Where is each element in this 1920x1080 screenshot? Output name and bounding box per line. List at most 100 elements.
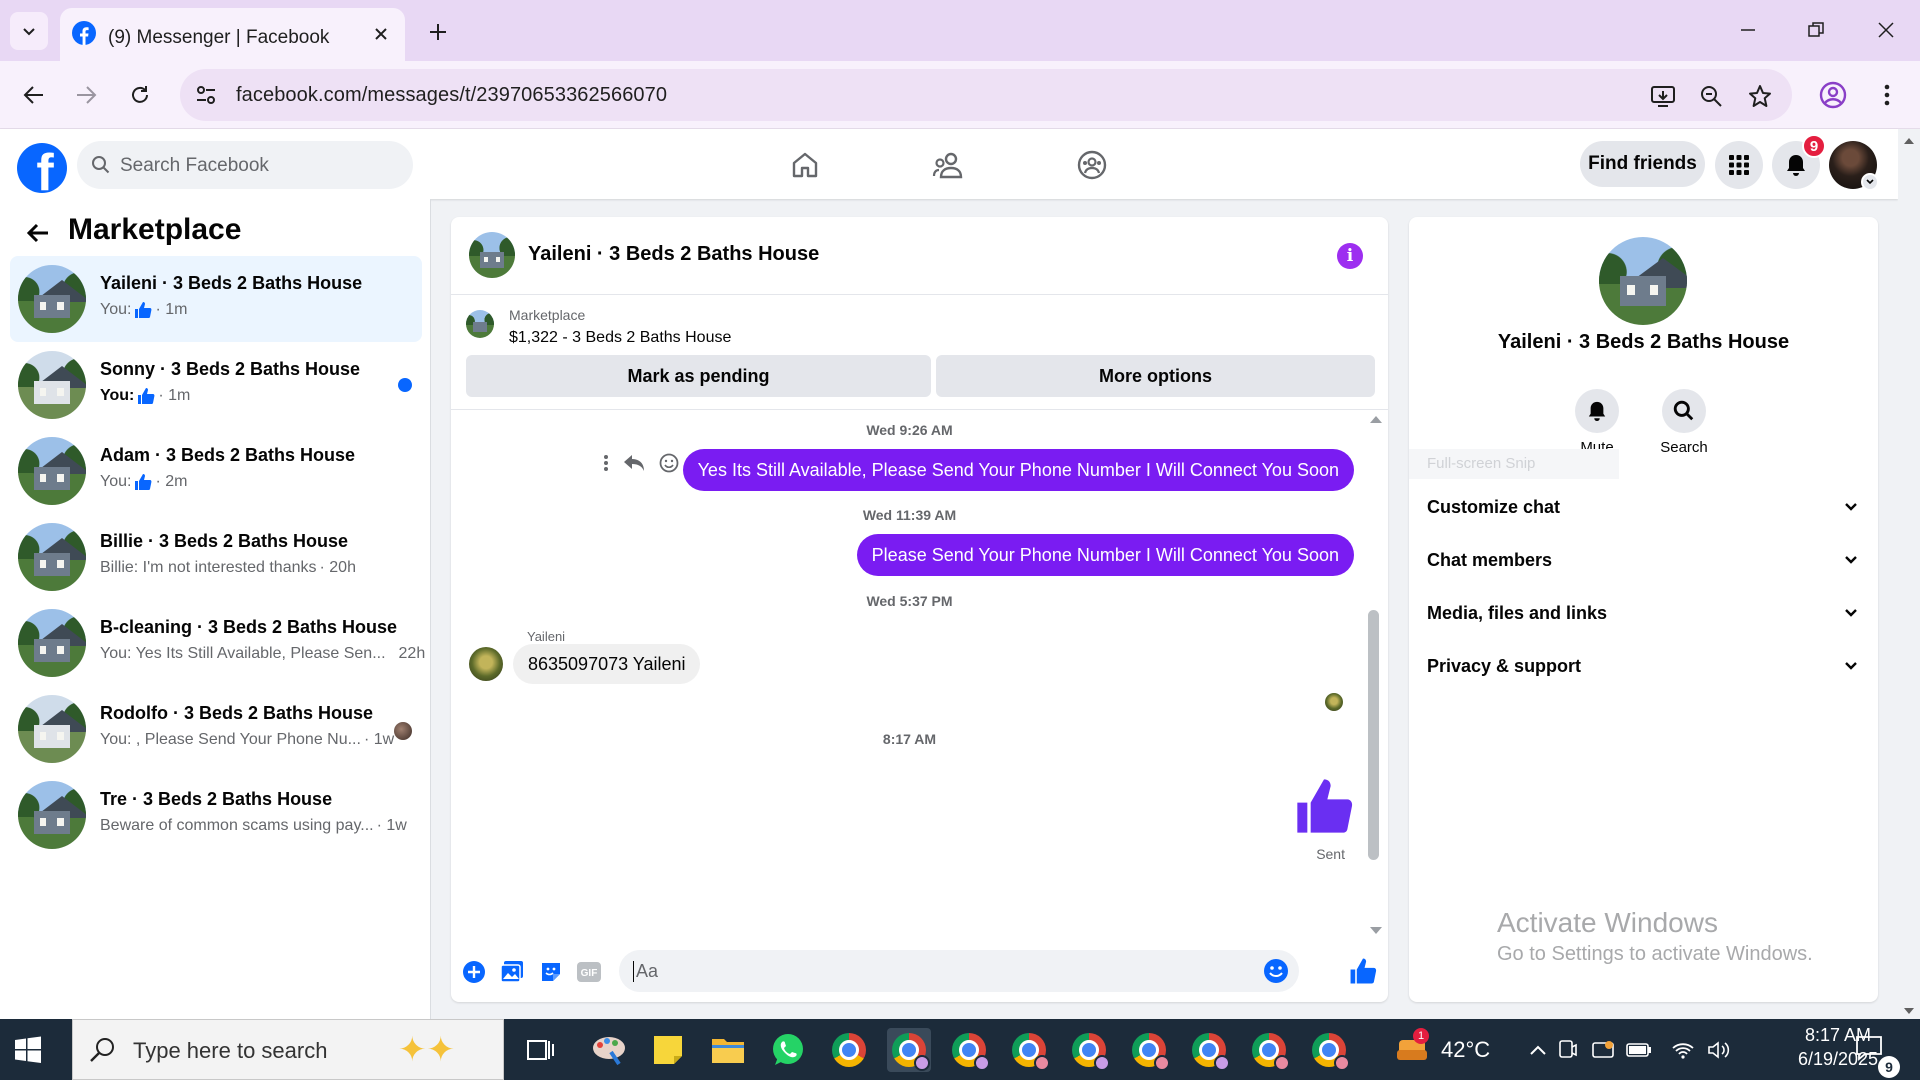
chrome-profile-icon[interactable]	[1067, 1028, 1111, 1072]
message-input[interactable]: Aa	[619, 950, 1299, 992]
listing-thumbnail	[18, 781, 86, 849]
facebook-search-input[interactable]: Search Facebook	[77, 141, 413, 189]
browser-menu-button[interactable]	[1867, 75, 1907, 115]
bookmark-star-icon[interactable]	[1745, 81, 1775, 111]
minimize-button[interactable]	[1724, 10, 1772, 50]
search-button[interactable]: Search	[1644, 389, 1724, 456]
outgoing-message[interactable]: Please Send Your Phone Number I Will Con…	[856, 534, 1354, 576]
reply-icon[interactable]	[623, 454, 645, 472]
install-app-icon[interactable]	[1648, 81, 1678, 111]
page-scrollbar[interactable]	[1898, 129, 1920, 1019]
paint-app-icon[interactable]	[587, 1028, 631, 1072]
outgoing-message[interactable]: Yes Its Still Available, Please Send You…	[682, 449, 1354, 491]
chrome-profile-icon[interactable]	[947, 1028, 991, 1072]
conversation-item[interactable]: B-cleaning · 3 Beds 2 Baths House You: Y…	[10, 600, 425, 686]
wifi-icon[interactable]	[1668, 1028, 1698, 1072]
conversation-item[interactable]: Sonny · 3 Beds 2 Baths House You: · 1m	[10, 342, 422, 428]
scroll-down-icon[interactable]	[1903, 1007, 1915, 1015]
back-button[interactable]	[22, 217, 54, 249]
browser-tab[interactable]: (9) Messenger | Facebook	[60, 8, 405, 61]
chevron-down-icon	[1845, 556, 1857, 564]
menu-button[interactable]	[1715, 141, 1763, 189]
weather-widget[interactable]: 1 42°C	[1393, 1019, 1490, 1080]
close-tab-icon[interactable]	[369, 22, 393, 46]
more-options-button[interactable]: More options	[936, 355, 1375, 397]
privacy-support-row[interactable]: Privacy & support	[1427, 641, 1859, 691]
whatsapp-icon[interactable]	[766, 1028, 810, 1072]
tab-search-button[interactable]	[10, 12, 48, 50]
listing-price[interactable]: $1,322 - 3 Beds 2 Baths House	[509, 329, 731, 347]
bell-icon	[1787, 155, 1805, 176]
chat-title[interactable]: Yaileni · 3 Beds 2 Baths House	[528, 243, 819, 266]
send-like-icon[interactable]	[1346, 954, 1380, 988]
photo-icon[interactable]	[498, 958, 526, 986]
message-status: Sent	[1316, 846, 1345, 862]
customize-chat-row[interactable]: Customize chat	[1427, 482, 1859, 532]
find-friends-button[interactable]: Find friends	[1580, 141, 1705, 187]
scroll-up-icon[interactable]	[1369, 414, 1383, 424]
sticky-notes-icon[interactable]	[646, 1028, 690, 1072]
profile-button[interactable]	[1813, 75, 1853, 115]
conversation-name: Yaileni · 3 Beds 2 Baths House	[1497, 331, 1790, 353]
taskbar-search-input[interactable]: Type here to search ✦✦	[72, 1019, 504, 1080]
conversation-item[interactable]: Adam · 3 Beds 2 Baths House You: · 2m	[10, 428, 422, 514]
scroll-up-icon[interactable]	[1903, 137, 1915, 145]
task-view-icon[interactable]	[518, 1028, 562, 1072]
meet-now-icon[interactable]	[1552, 1028, 1582, 1072]
conversation-item[interactable]: Yaileni · 3 Beds 2 Baths House You: · 1m	[10, 256, 422, 342]
gif-icon[interactable]: GIF	[575, 958, 603, 986]
new-tab-button[interactable]	[420, 14, 456, 50]
back-button[interactable]	[14, 75, 54, 115]
chrome-profile-icon[interactable]	[1187, 1028, 1231, 1072]
scroll-down-icon[interactable]	[1369, 926, 1383, 936]
conversation-item[interactable]: Tre · 3 Beds 2 Baths House Beware of com…	[10, 772, 422, 858]
chrome-profile-icon[interactable]	[1127, 1028, 1171, 1072]
volume-icon[interactable]	[1704, 1028, 1734, 1072]
conversation-name: Yaileni · 3 Beds 2 Baths House	[100, 273, 363, 293]
chat-thumbnail[interactable]	[469, 232, 515, 278]
plus-circle-icon[interactable]	[460, 958, 488, 986]
info-icon[interactable]: i	[1337, 243, 1363, 269]
conversation-avatar[interactable]	[1599, 237, 1687, 325]
close-window-button[interactable]	[1862, 10, 1910, 50]
arrow-left-icon	[23, 86, 43, 104]
emoji-icon[interactable]	[1263, 958, 1289, 989]
mark-as-pending-button[interactable]: Mark as pending	[466, 355, 931, 397]
chrome-icon[interactable]	[827, 1028, 871, 1072]
like-icon[interactable]	[1294, 776, 1354, 836]
listing-thumbnail[interactable]	[466, 310, 494, 338]
nav-groups[interactable]	[1072, 145, 1112, 185]
media-files-links-row[interactable]: Media, files and links	[1427, 588, 1859, 638]
conversation-item[interactable]: Billie · 3 Beds 2 Baths House Billie: I'…	[10, 514, 422, 600]
zoom-icon[interactable]	[1696, 81, 1726, 111]
network-status-icon[interactable]	[1588, 1028, 1618, 1072]
chrome-profile-icon[interactable]	[1247, 1028, 1291, 1072]
conversation-item[interactable]: Rodolfo · 3 Beds 2 Baths House You: , Pl…	[10, 686, 422, 772]
battery-icon[interactable]	[1624, 1028, 1654, 1072]
sticker-icon[interactable]	[537, 958, 565, 986]
facebook-logo[interactable]: f	[17, 143, 67, 193]
forward-button[interactable]	[66, 75, 106, 115]
react-emoji-icon[interactable]	[659, 453, 679, 473]
chrome-profile-icon[interactable]	[1007, 1028, 1051, 1072]
restore-button[interactable]	[1792, 10, 1840, 50]
sender-avatar[interactable]	[469, 647, 503, 681]
address-bar[interactable]: facebook.com/messages/t/2397065336256607…	[180, 69, 1792, 121]
site-info-icon[interactable]	[194, 83, 218, 112]
message-timestamp: 8:17 AM	[882, 731, 937, 747]
file-explorer-icon[interactable]	[706, 1028, 750, 1072]
more-vertical-icon[interactable]	[603, 454, 609, 472]
account-avatar[interactable]	[1829, 141, 1879, 191]
chat-scroll-thumb[interactable]	[1368, 610, 1379, 860]
nav-home[interactable]	[785, 145, 825, 185]
chrome-profile-icon[interactable]	[1307, 1028, 1351, 1072]
incoming-message[interactable]: 8635097073 Yaileni	[513, 644, 701, 684]
nav-friends[interactable]	[928, 145, 968, 185]
reload-button[interactable]	[120, 75, 160, 115]
mute-button[interactable]: Mute	[1557, 389, 1637, 456]
chat-members-row[interactable]: Chat members	[1427, 535, 1859, 585]
conversation-info-panel: Yaileni · 3 Beds 2 Baths House Mute Sear…	[1409, 217, 1878, 1002]
chevron-down-icon	[1845, 662, 1857, 670]
chrome-profile-icon[interactable]	[887, 1028, 931, 1072]
windows-start-icon[interactable]	[14, 1036, 42, 1069]
